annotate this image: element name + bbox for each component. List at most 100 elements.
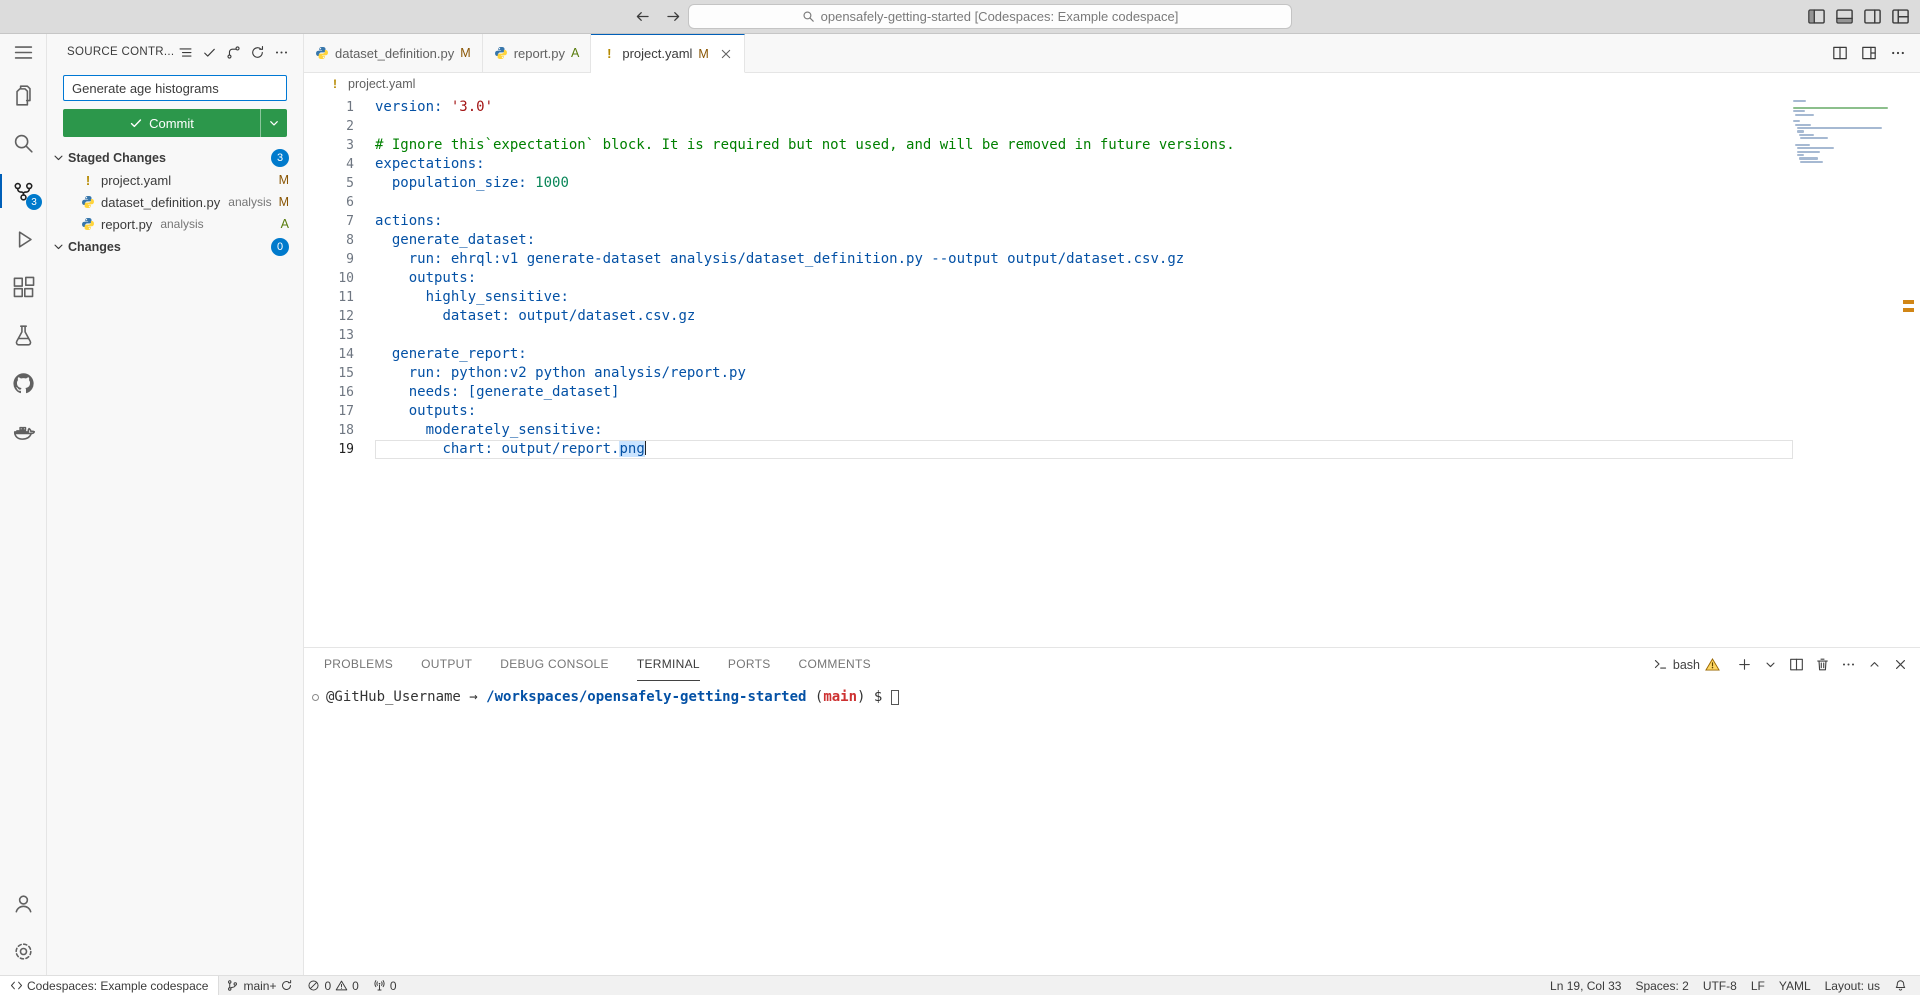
code-line[interactable]: outputs: (375, 402, 1793, 421)
check-icon (129, 116, 143, 130)
split-terminal-icon[interactable] (1789, 657, 1804, 672)
tab-project.yaml[interactable]: !project.yamlM (591, 34, 745, 73)
command-center[interactable]: opensafely-getting-started [Codespaces: … (688, 4, 1292, 29)
section-changes[interactable]: Changes0 (47, 235, 303, 258)
activity-github[interactable] (0, 359, 46, 407)
overview-ruler-marker (1903, 308, 1914, 312)
split-editor-icon[interactable] (1832, 45, 1848, 61)
code-line[interactable]: # Ignore this`expectation` block. It is … (375, 136, 1793, 155)
keyboard-layout[interactable]: Layout: us (1818, 976, 1887, 995)
activity-search[interactable] (0, 119, 46, 167)
terminal-profiles-chevron-icon[interactable] (1763, 657, 1778, 672)
language-mode[interactable]: YAML (1772, 976, 1818, 995)
minimap-line (1800, 161, 1822, 163)
minimap[interactable] (1793, 100, 1894, 164)
editor[interactable]: 12345678910111213141516171819 version: '… (304, 95, 1920, 647)
code-line[interactable]: run: ehrql:v1 generate-dataset analysis/… (375, 250, 1793, 269)
commit-button[interactable]: Commit (63, 109, 287, 137)
toggle-secondary-sidebar-icon[interactable] (1863, 7, 1882, 26)
cursor-position[interactable]: Ln 19, Col 33 (1543, 976, 1628, 995)
activity-run-and-debug[interactable] (0, 215, 46, 263)
customize-layout-icon[interactable] (1891, 7, 1910, 26)
refresh-icon[interactable] (250, 45, 265, 60)
panel-tab-output[interactable]: OUTPUT (421, 648, 472, 681)
code-line[interactable]: needs: [generate_dataset] (375, 383, 1793, 402)
activity-explorer[interactable] (0, 71, 46, 119)
activity-menu[interactable] (0, 34, 46, 71)
panel-tab-debug-console[interactable]: DEBUG CONSOLE (500, 648, 609, 681)
back-arrow-icon[interactable] (634, 8, 651, 25)
toggle-primary-sidebar-icon[interactable] (1807, 7, 1826, 26)
file-project.yaml[interactable]: !project.yamlM (47, 169, 303, 191)
code-token (375, 441, 442, 457)
code-line[interactable]: highly_sensitive: (375, 288, 1793, 307)
check-icon[interactable] (202, 45, 217, 60)
forward-arrow-icon[interactable] (665, 8, 682, 25)
editor-layout-icon[interactable] (1861, 45, 1877, 61)
code-line[interactable]: population_size: 1000 (375, 174, 1793, 193)
activity-accounts[interactable] (0, 879, 46, 927)
panel-tab-terminal[interactable]: TERMINAL (637, 648, 700, 681)
code-line[interactable]: moderately_sensitive: (375, 421, 1793, 440)
branch-indicator[interactable]: main+ (219, 976, 300, 995)
section-staged-changes[interactable]: Staged Changes3 (47, 146, 303, 169)
status-text: 0 (352, 979, 359, 993)
indentation[interactable]: Spaces: 2 (1628, 976, 1695, 995)
line-number: 2 (304, 117, 375, 136)
problems-indicator[interactable]: 00 (300, 976, 365, 995)
close-panel-icon[interactable] (1893, 657, 1908, 672)
terminal-instance-bash[interactable]: bash (1653, 657, 1720, 672)
code-line[interactable]: actions: (375, 212, 1793, 231)
panel-tab-ports[interactable]: PORTS (728, 648, 771, 681)
maximize-panel-icon[interactable] (1867, 657, 1882, 672)
code-line[interactable]: outputs: (375, 269, 1793, 288)
file-report.py[interactable]: report.pyanalysisA (47, 213, 303, 235)
code-token: # Ignore this`expectation` block. It is … (375, 137, 1235, 153)
commit-dropdown-button[interactable] (260, 109, 287, 137)
panel-more-actions-icon[interactable] (1841, 657, 1856, 672)
toggle-panel-icon[interactable] (1835, 7, 1854, 26)
panel-tab-comments[interactable]: COMMENTS (799, 648, 871, 681)
code-line[interactable]: chart: output/report.png (375, 440, 1793, 459)
kill-terminal-icon[interactable] (1815, 657, 1830, 672)
notifications[interactable] (1887, 976, 1914, 995)
status-text: Spaces: 2 (1635, 979, 1688, 993)
eol[interactable]: LF (1744, 976, 1772, 995)
code-line[interactable] (375, 193, 1793, 212)
source-control-sidebar: SOURCE CONTR... Commit Staged Changes3!p… (47, 34, 304, 975)
more-actions-icon[interactable] (1890, 45, 1906, 61)
code-line[interactable]: run: python:v2 python analysis/report.py (375, 364, 1793, 383)
workbench: 3 SOURCE CONTR... Commit Staged Changes3… (0, 34, 1920, 975)
tab-report.py[interactable]: report.pyA (483, 34, 592, 72)
close-tab-icon[interactable] (719, 47, 733, 61)
activity-settings[interactable] (0, 927, 46, 975)
code-line[interactable] (375, 326, 1793, 345)
graph-icon[interactable] (226, 45, 241, 60)
commit-message-input[interactable] (63, 75, 287, 101)
encoding[interactable]: UTF-8 (1696, 976, 1744, 995)
code-line[interactable] (375, 117, 1793, 136)
more-icon[interactable] (274, 45, 289, 60)
ports-indicator[interactable]: 0 (366, 976, 404, 995)
activity-docker[interactable] (0, 407, 46, 455)
remote-indicator[interactable]: Codespaces: Example codespace (0, 976, 219, 995)
breadcrumb[interactable]: ! project.yaml (304, 73, 1920, 95)
code-line[interactable]: generate_report: (375, 345, 1793, 364)
code-line[interactable]: version: '3.0' (375, 98, 1793, 117)
code-line[interactable]: generate_dataset: (375, 231, 1793, 250)
account-icon (12, 892, 35, 915)
code-line[interactable]: dataset: output/dataset.csv.gz (375, 307, 1793, 326)
activity-extensions[interactable] (0, 263, 46, 311)
line-number: 13 (304, 326, 375, 345)
file-dataset_definition.py[interactable]: dataset_definition.pyanalysisM (47, 191, 303, 213)
activity-source-control[interactable]: 3 (0, 167, 46, 215)
code-line[interactable]: expectations: (375, 155, 1793, 174)
new-terminal-icon[interactable] (1737, 657, 1752, 672)
list-view-icon[interactable] (178, 45, 193, 60)
terminal-prompt[interactable]: @GitHub_Username → /workspaces/opensafel… (312, 689, 1920, 705)
panel-tab-problems[interactable]: PROBLEMS (324, 648, 393, 681)
status-text: YAML (1779, 979, 1811, 993)
terminal[interactable]: @GitHub_Username → /workspaces/opensafel… (304, 681, 1920, 975)
activity-testing[interactable] (0, 311, 46, 359)
tab-dataset_definition.py[interactable]: dataset_definition.pyM (304, 34, 483, 72)
